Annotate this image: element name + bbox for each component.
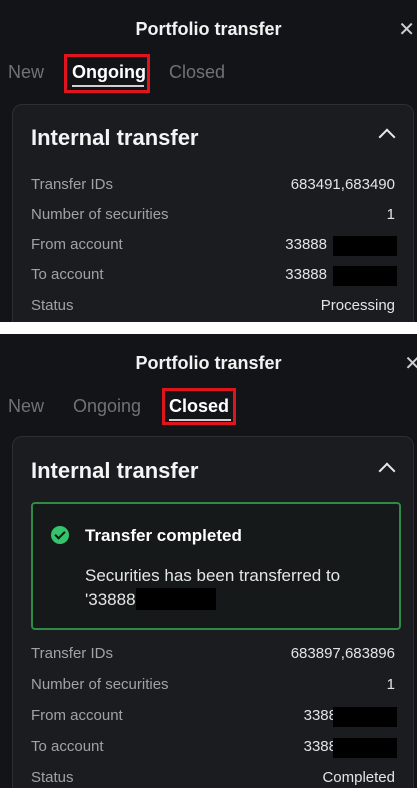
row-to-account: To account 3388 — [13, 738, 413, 760]
tab-ongoing[interactable]: Ongoing — [72, 62, 146, 83]
row-status: Status Processing — [31, 297, 395, 314]
row-from-account: From account 3388 — [13, 707, 413, 729]
top-panel-ongoing: Portfolio transfer ✕ New Ongoing Closed … — [0, 0, 417, 322]
tab-ongoing[interactable]: Ongoing — [73, 396, 141, 417]
tab-bar: New Ongoing Closed — [0, 388, 417, 425]
redacted-block — [135, 588, 216, 610]
close-icon[interactable]: ✕ — [404, 354, 417, 374]
page-title: Portfolio transfer — [135, 19, 282, 39]
alert-message: Securities has been transferred to '3388… — [85, 566, 341, 610]
row-number-of-securities: Number of securities 1 — [31, 676, 395, 693]
check-circle-icon — [51, 526, 69, 544]
tab-closed[interactable]: Closed — [169, 62, 225, 83]
tab-new[interactable]: New — [8, 396, 44, 417]
row-to-account: To account 33888 — [13, 266, 413, 288]
tab-active-underline — [169, 419, 231, 421]
status-value: Processing — [320, 297, 395, 314]
tab-active-underline — [72, 85, 144, 87]
redacted-block — [333, 266, 397, 286]
row-status: Status Completed — [31, 769, 395, 786]
row-from-account: From account 33888 — [13, 236, 413, 258]
redacted-block — [333, 738, 397, 758]
row-transfer-ids: Transfer IDs 683491,683490 — [31, 176, 395, 193]
redacted-block — [333, 707, 397, 727]
tab-new[interactable]: New — [8, 62, 44, 83]
row-number-of-securities: Number of securities 1 — [31, 206, 395, 223]
card-title: Internal transfer — [31, 458, 199, 483]
tab-closed[interactable]: Closed — [169, 396, 229, 417]
transfer-completed-alert: Transfer completed Securities has been t… — [31, 502, 401, 630]
internal-transfer-card: Internal transfer Transfer IDs 683491,68… — [12, 104, 414, 322]
close-icon[interactable]: ✕ — [398, 20, 415, 40]
status-value: Completed — [322, 769, 395, 786]
card-title: Internal transfer — [31, 125, 199, 150]
internal-transfer-card: Internal transfer Transfer completed Sec… — [12, 436, 414, 788]
page-title: Portfolio transfer — [135, 353, 282, 373]
bottom-panel-closed: Portfolio transfer ✕ New Ongoing Closed … — [0, 334, 417, 788]
row-transfer-ids: Transfer IDs 683897,683896 — [31, 645, 395, 662]
alert-title: Transfer completed — [85, 526, 242, 545]
redacted-block — [333, 236, 397, 256]
tab-bar: New Ongoing Closed — [0, 54, 417, 93]
chevron-up-icon[interactable] — [378, 128, 396, 146]
chevron-up-icon[interactable] — [378, 462, 396, 480]
